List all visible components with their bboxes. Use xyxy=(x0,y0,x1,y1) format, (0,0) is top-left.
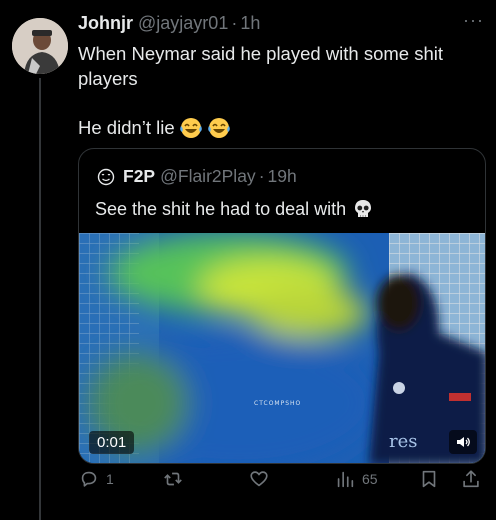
quoted-tweet[interactable]: F2P @Flair2Play · 19h See the shit he ha… xyxy=(78,148,486,464)
laughing-crying-emoji-icon xyxy=(179,117,202,138)
face-savoring-icon xyxy=(97,168,115,185)
video-player[interactable]: CTCOMPSHO res 0:01 xyxy=(79,233,485,463)
views-button[interactable]: 65 xyxy=(334,468,378,490)
video-elapsed-time: 0:01 xyxy=(89,431,135,454)
tweet-time[interactable]: 1h xyxy=(240,13,260,34)
quoted-header: F2P @Flair2Play · 19h xyxy=(95,166,297,187)
volume-icon[interactable] xyxy=(449,430,477,454)
heart-icon xyxy=(250,471,268,487)
video-watermark: CTCOMPSHO xyxy=(254,400,301,407)
quoted-author-name[interactable]: F2P xyxy=(123,166,155,187)
tweet-text-secondary: He didn’t lie xyxy=(78,117,175,138)
reply-icon xyxy=(81,471,97,487)
retweet-button[interactable] xyxy=(162,468,190,490)
share-icon xyxy=(463,470,479,488)
reply-button[interactable]: 1 xyxy=(78,468,114,490)
quoted-author-handle[interactable]: @Flair2Play xyxy=(160,166,256,187)
reply-count: 1 xyxy=(106,471,114,487)
more-horizontal-icon[interactable]: ··· xyxy=(463,10,484,31)
views-chart-icon xyxy=(337,471,354,488)
tweet-header: Johnjr @jayjayr01 · 1h ··· xyxy=(78,10,484,39)
bookmark-button[interactable] xyxy=(418,468,440,490)
author-name[interactable]: Johnjr xyxy=(78,13,133,34)
quoted-separator: · xyxy=(258,166,265,186)
laughing-crying-emoji-icon xyxy=(207,117,230,138)
quoted-time[interactable]: 19h xyxy=(268,166,297,187)
share-button[interactable] xyxy=(460,468,482,490)
quoted-text: See the shit he had to deal with xyxy=(95,199,347,219)
video-overlay-text: res xyxy=(389,431,418,452)
avatar[interactable] xyxy=(12,18,68,74)
like-button[interactable] xyxy=(248,468,276,490)
video-frame: CTCOMPSHO res xyxy=(79,233,485,463)
author-handle[interactable]: @jayjayr01 xyxy=(138,13,228,34)
skull-emoji-icon xyxy=(355,200,372,217)
thread-line xyxy=(39,78,41,520)
retweet-icon xyxy=(164,472,182,486)
bookmark-icon xyxy=(422,470,436,488)
tweet-text-line2: He didn’t lie xyxy=(78,115,231,140)
views-count: 65 xyxy=(362,471,378,487)
tweet-text: When Neymar said he played with some shi… xyxy=(78,43,444,89)
separator-dot: · xyxy=(231,13,238,33)
quoted-text-row: See the shit he had to deal with xyxy=(95,197,374,221)
action-bar: 1 65 xyxy=(78,468,486,500)
